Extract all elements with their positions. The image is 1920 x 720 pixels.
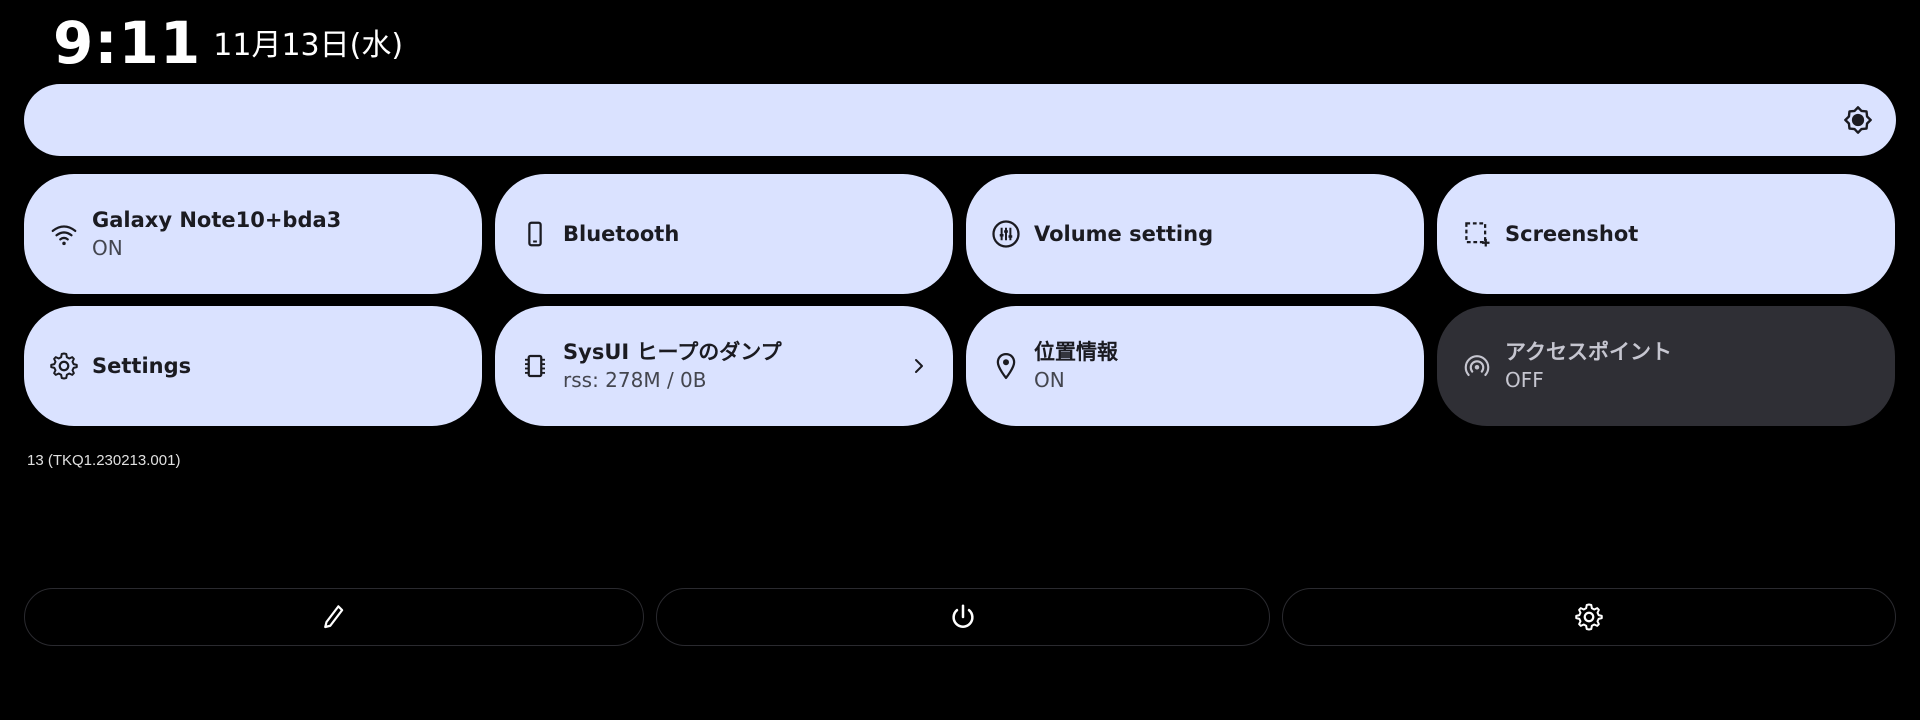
tile-bluetooth[interactable]: Bluetooth [495,174,953,294]
tile-label: Volume setting [1034,222,1214,246]
volume-sliders-icon [992,220,1020,248]
phone-icon [528,221,542,247]
build-number[interactable]: 13 (TKQ1.230213.001) [27,452,180,469]
tile-label: Galaxy Note10+bda3 [92,208,342,232]
tile-status: ON [1034,368,1065,392]
tile-settings[interactable]: Settings [24,306,482,426]
tile-access-point[interactable]: アクセスポイント OFF [1437,306,1895,426]
tile-volume-setting[interactable]: Volume setting [966,174,1424,294]
tile-label: Settings [92,354,192,378]
tile-wifi[interactable]: Galaxy Note10+bda3 ON [24,174,482,294]
clock[interactable]: 9:11 [53,8,201,78]
location-pin-icon [996,353,1016,379]
hotspot-icon [1464,355,1490,377]
power-button[interactable] [656,588,1270,646]
brightness-icon [1844,106,1872,134]
edit-button[interactable] [24,588,644,646]
status-header: 9:11 11月13日(水) [53,8,403,78]
date[interactable]: 11月13日(水) [213,26,403,78]
tile-label: Screenshot [1505,222,1639,246]
tile-screenshot[interactable]: Screenshot [1437,174,1895,294]
screenshot-icon [1465,222,1490,247]
gear-icon [50,352,78,380]
tile-status: rss: 278M / 0B [563,368,707,392]
chip-icon [525,354,545,378]
power-icon [952,604,974,628]
tile-status: ON [92,236,123,260]
tile-location[interactable]: 位置情報 ON [966,306,1424,426]
tile-label: Bluetooth [563,222,680,246]
tile-label: SysUI ヒープのダンプ [563,340,782,364]
settings-button[interactable] [1282,588,1896,646]
tile-sysui-heap-dump[interactable]: SysUI ヒープのダンプ rss: 278M / 0B [495,306,953,426]
wifi-icon [51,225,77,246]
tile-status: OFF [1505,368,1544,392]
brightness-slider[interactable] [24,84,1896,156]
pencil-icon [324,605,344,629]
chevron-right-icon [915,359,923,373]
tile-label: 位置情報 [1034,340,1118,364]
quick-settings-panel: 9:11 11月13日(水) Galaxy Note10+bda3 ON Blu… [0,0,1920,720]
gear-icon [1575,603,1603,631]
tile-label: アクセスポイント [1505,340,1672,364]
